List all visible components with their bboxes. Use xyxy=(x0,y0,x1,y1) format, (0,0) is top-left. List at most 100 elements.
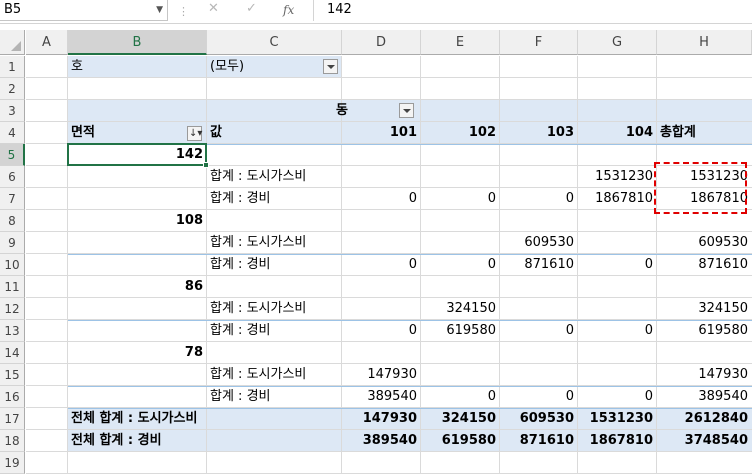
row-header-5[interactable]: 5 xyxy=(0,144,25,166)
pivot-column-item: 101 xyxy=(389,125,417,140)
pivot-value-cell: 0 xyxy=(487,389,496,404)
red-dashed-highlight xyxy=(654,162,747,214)
enter-icon[interactable]: ✓ xyxy=(246,1,257,16)
chevron-down-icon[interactable]: ▼ xyxy=(156,5,163,15)
formula-value: 142 xyxy=(327,2,352,17)
pivot-filter-value: (모두) xyxy=(210,59,245,74)
column-header-b[interactable]: B xyxy=(68,30,207,55)
active-cell-b5[interactable] xyxy=(67,143,209,168)
pivot-value-cell: 0 xyxy=(644,257,653,272)
sort-descending-icon: ↓▾ xyxy=(189,128,203,139)
pivot-values-label: 값 xyxy=(210,125,222,140)
row-header-17[interactable]: 17 xyxy=(0,408,25,430)
pivot-value-cell: 0 xyxy=(408,191,417,206)
pivot-grand-total-cell: 389540 xyxy=(362,433,417,448)
column-header-e[interactable]: E xyxy=(421,30,500,55)
pivot-value-cell: 0 xyxy=(487,191,496,206)
pivot-value-label: 합계 : 도시가스비 xyxy=(210,235,307,250)
column-header-c[interactable]: C xyxy=(207,30,342,55)
pivot-grand-total-label: 전체 합계 : 경비 xyxy=(71,433,162,448)
row-header-14[interactable]: 14 xyxy=(0,342,25,364)
formula-input[interactable]: 142 xyxy=(313,0,752,21)
row-header-15[interactable]: 15 xyxy=(0,364,25,386)
column-header-a[interactable]: A xyxy=(26,30,68,55)
filter-dropdown-button[interactable] xyxy=(323,59,338,74)
pivot-grand-total-cell: 619580 xyxy=(441,433,496,448)
pivot-value-cell: 0 xyxy=(644,323,653,338)
fill-handle[interactable] xyxy=(203,162,209,168)
row-header-6[interactable]: 6 xyxy=(0,166,25,188)
row-header-13[interactable]: 13 xyxy=(0,320,25,342)
pivot-value-cell: 1531230 xyxy=(595,169,653,184)
pivot-column-item: 104 xyxy=(625,125,653,140)
row-header-9[interactable]: 9 xyxy=(0,232,25,254)
row-header-16[interactable]: 16 xyxy=(0,386,25,408)
row-header-10[interactable]: 10 xyxy=(0,254,25,276)
row-header-11[interactable]: 11 xyxy=(0,276,25,298)
gridline-horizontal xyxy=(26,99,752,100)
pivot-value-label: 합계 : 도시가스비 xyxy=(210,169,307,184)
pivot-value-cell: 0 xyxy=(565,191,574,206)
pivot-value-cell: 0 xyxy=(408,257,417,272)
row-header-18[interactable]: 18 xyxy=(0,430,25,452)
pivot-row-total-cell: 389540 xyxy=(698,389,748,404)
pivot-value-cell: 609530 xyxy=(524,235,574,250)
gridline-vertical xyxy=(67,56,68,474)
pivot-grand-total-cell: 871610 xyxy=(519,433,574,448)
pivot-grand-total-cell: 147930 xyxy=(362,411,417,426)
row-field-sort-filter-button[interactable]: ↓▾ xyxy=(187,126,202,141)
column-header-d[interactable]: D xyxy=(342,30,421,55)
pivot-value-cell: 619580 xyxy=(446,323,496,338)
column-header-f[interactable]: F xyxy=(500,30,578,55)
chevron-down-icon xyxy=(403,109,411,113)
pivot-grand-total-overall: 2612840 xyxy=(684,411,748,426)
pivot-filter-label: 호 xyxy=(71,59,83,74)
pivot-value-cell: 0 xyxy=(644,389,653,404)
pivot-value-cell: 0 xyxy=(408,323,417,338)
pivot-row-total-cell: 609530 xyxy=(698,235,748,250)
row-header-19[interactable]: 19 xyxy=(0,452,25,474)
column-header-g[interactable]: G xyxy=(578,30,657,55)
pivot-row-item-area: 108 xyxy=(175,213,203,228)
pivot-value-cell: 871610 xyxy=(524,257,574,272)
pivot-value-cell: 389540 xyxy=(367,389,417,404)
pivot-row-field-label: 면적 xyxy=(71,125,95,140)
gridline-vertical xyxy=(499,56,500,474)
splitter-icon[interactable]: ⋮ xyxy=(178,5,189,18)
pivot-value-cell: 147930 xyxy=(367,367,417,382)
pivot-grand-total-cell: 1531230 xyxy=(589,411,653,426)
pivot-grand-total-header: 총합계 xyxy=(660,125,696,140)
column-header-h[interactable]: H xyxy=(657,30,752,55)
pivot-grand-total-label: 전체 합계 : 도시가스비 xyxy=(71,411,198,426)
function-icon[interactable]: fx xyxy=(283,3,294,17)
pivot-grand-total-cell: 1867810 xyxy=(589,433,653,448)
row-header-7[interactable]: 7 xyxy=(0,188,25,210)
chevron-down-icon xyxy=(327,65,335,69)
pivot-value-cell: 0 xyxy=(487,257,496,272)
gridline-vertical xyxy=(656,56,657,474)
pivot-value-label: 합계 : 경비 xyxy=(210,191,271,206)
formula-bar: B5 ▼ ⋮ ✕ ✓ fx 142 xyxy=(0,0,752,24)
column-field-dropdown-button[interactable] xyxy=(399,103,414,118)
row-header-1[interactable]: 1 xyxy=(0,56,25,78)
row-header-2[interactable]: 2 xyxy=(0,78,25,100)
cancel-icon[interactable]: ✕ xyxy=(208,1,219,16)
pivot-row-total-cell: 619580 xyxy=(698,323,748,338)
pivot-row-item-area: 78 xyxy=(184,345,203,360)
worksheet-grid[interactable]: 호 (모두) 동 면적 ↓▾ 값 101 102 103 104 총합계 142 합계 : 도시가스비 1… xyxy=(26,56,752,474)
gridline-vertical xyxy=(420,56,421,474)
pivot-value-label: 합계 : 도시가스비 xyxy=(210,301,307,316)
name-box-value: B5 xyxy=(4,2,22,17)
pivot-grand-total-overall: 3748540 xyxy=(684,433,748,448)
pivot-value-cell: 0 xyxy=(565,389,574,404)
pivot-value-label: 합계 : 경비 xyxy=(210,257,271,272)
pivot-value-label: 합계 : 경비 xyxy=(210,323,271,338)
row-header-4[interactable]: 4 xyxy=(0,122,25,144)
row-header-12[interactable]: 12 xyxy=(0,298,25,320)
name-box[interactable]: B5 ▼ xyxy=(0,0,168,21)
gridline-vertical xyxy=(577,56,578,474)
row-header-3[interactable]: 3 xyxy=(0,100,25,122)
pivot-grand-total-cell: 609530 xyxy=(519,411,574,426)
row-header-8[interactable]: 8 xyxy=(0,210,25,232)
select-all-button[interactable] xyxy=(0,30,25,55)
